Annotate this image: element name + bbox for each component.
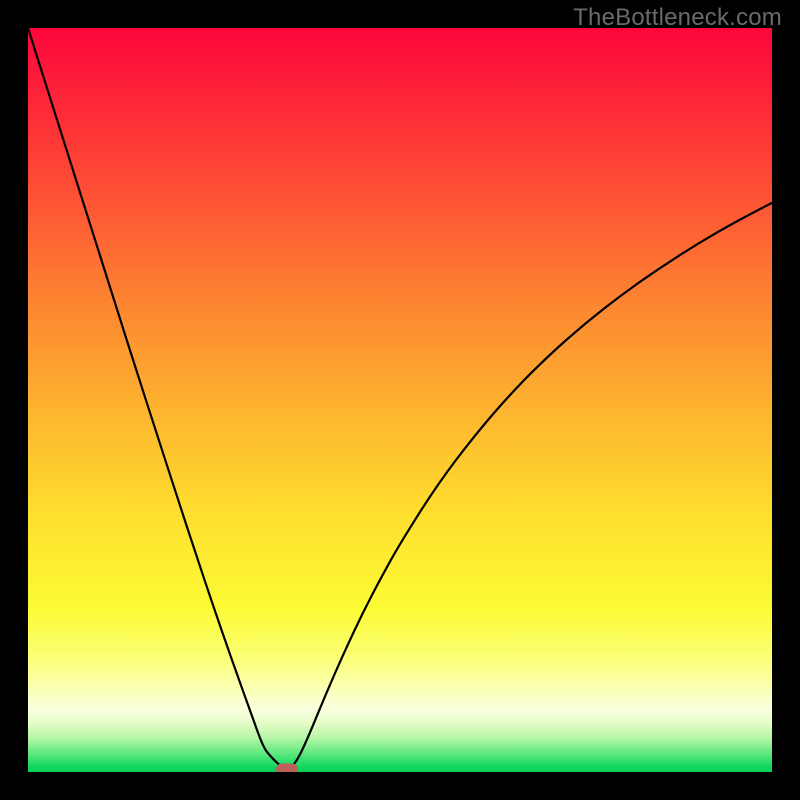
gradient-background [28,28,772,772]
min-marker [276,764,298,772]
image-frame: TheBottleneck.com [0,0,800,800]
plot-area [28,28,772,772]
watermark-text: TheBottleneck.com [573,4,782,32]
chart-svg [28,28,772,772]
